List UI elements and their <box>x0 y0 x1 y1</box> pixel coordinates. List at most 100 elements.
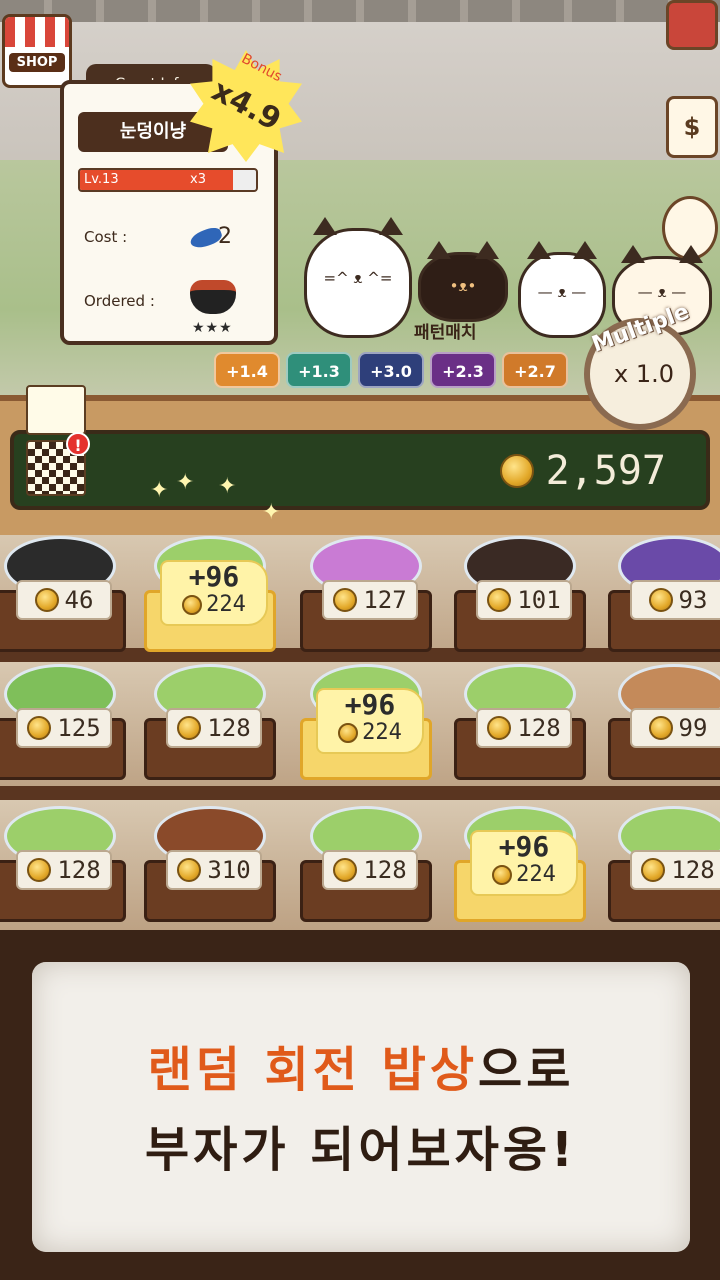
bonus-total: 224 <box>318 720 422 745</box>
dish-price: 128 <box>630 850 720 890</box>
bonus-tag: +96 224 <box>470 830 578 896</box>
bonus-total-value: 224 <box>206 592 246 617</box>
dish-price-value: 128 <box>517 714 561 742</box>
shop-label: SHOP <box>9 53 65 72</box>
dish-r2-c4[interactable]: 128 <box>450 664 590 784</box>
dish-price: 310 <box>166 850 262 890</box>
bonus-total: 224 <box>472 862 576 887</box>
dish-price-value: 46 <box>64 586 94 614</box>
coin-icon <box>492 864 513 885</box>
dish-r1-c4[interactable]: 101 <box>450 536 590 656</box>
receipt-dollar-icon[interactable]: $ <box>666 96 718 158</box>
ninja-cat[interactable]: •ᴥ• <box>418 241 508 322</box>
chip-4: +2.3 <box>430 352 496 388</box>
coin-icon <box>641 858 666 882</box>
shop-button[interactable]: SHOP <box>2 14 72 88</box>
book-icon[interactable] <box>666 0 718 50</box>
coin-icon <box>27 716 52 740</box>
pattern-icon[interactable] <box>26 385 86 435</box>
dish-price: 127 <box>322 580 418 620</box>
chip-5: +2.7 <box>502 352 568 388</box>
coin-icon <box>177 716 202 740</box>
bonus-plus: +96 <box>498 830 550 863</box>
coin-icon <box>333 588 358 612</box>
bonus-plus: +96 <box>188 560 240 593</box>
stew-pot-icon <box>190 280 236 314</box>
cost-label: Cost : <box>84 228 128 246</box>
dish-r3-c3[interactable]: 128 <box>296 806 436 926</box>
dish-price: 128 <box>322 850 418 890</box>
dish-price-value: 127 <box>363 586 407 614</box>
bonus-plus: +96 <box>344 688 396 721</box>
dish-r1-c1[interactable]: 46 <box>0 536 130 656</box>
coin-score: 2,597 <box>499 448 666 494</box>
coin-value: 2,597 <box>545 448 666 494</box>
dish-r2-c2[interactable]: 128 <box>140 664 280 784</box>
dish-price: 46 <box>16 580 112 620</box>
coin-icon <box>487 716 512 740</box>
dish-r3-c1[interactable]: 128 <box>0 806 130 926</box>
banner-highlight: 랜덤 회전 밥상 <box>147 1042 479 1098</box>
coin-icon <box>499 454 534 488</box>
dish-r2-c3[interactable]: +96 224 <box>296 664 436 784</box>
multiple-value: x 1.0 <box>614 360 674 388</box>
dish-r1-c5[interactable]: 93 <box>604 536 720 656</box>
game-scene: SHOP $ Guest Info 눈덩이냥 Lv.13 x3 Cost : 2… <box>0 0 720 1280</box>
dish-r2-c1[interactable]: 125 <box>0 664 130 784</box>
sparkle-icon: ✦ <box>218 474 237 499</box>
dish-price: 128 <box>166 708 262 748</box>
coin-board: 2,597 <box>10 430 710 510</box>
white-cat[interactable]: =^ ᴥ ^= <box>304 217 412 338</box>
coin-icon <box>27 858 52 882</box>
dish-price: 93 <box>630 580 720 620</box>
order-stars: ★★★ <box>192 320 233 336</box>
chip-2: +1.3 <box>286 352 352 388</box>
dish-r1-c2[interactable]: +96 224 <box>140 536 280 656</box>
dish-r3-c4[interactable]: +96 224 <box>450 806 590 926</box>
cost-value: 2 <box>218 224 232 249</box>
dish-r1-c3[interactable]: 127 <box>296 536 436 656</box>
bonus-total-value: 224 <box>516 862 556 887</box>
coin-icon <box>177 858 202 882</box>
sparkle-icon: ✦ <box>150 478 169 503</box>
dollar-symbol: $ <box>683 113 701 141</box>
dish-price-value: 101 <box>517 586 561 614</box>
ordered-label: Ordered : <box>84 292 155 310</box>
dish-price-value: 128 <box>363 856 407 884</box>
dish-price: 99 <box>630 708 720 748</box>
white-cat-2[interactable]: — ᴥ — <box>518 241 606 338</box>
shop-icon <box>5 17 69 47</box>
coin-icon <box>338 722 359 743</box>
level-multiplier: x3 <box>190 172 206 187</box>
dish-price-value: 128 <box>207 714 251 742</box>
level-label: Lv.13 <box>84 172 119 187</box>
coin-icon <box>648 716 673 740</box>
dish-price: 128 <box>16 850 112 890</box>
coin-icon <box>487 588 512 612</box>
dish-price-value: 128 <box>57 856 101 884</box>
dish-price-value: 93 <box>678 586 708 614</box>
dish-price: 101 <box>476 580 572 620</box>
dish-r2-c5[interactable]: 99 <box>604 664 720 784</box>
bonus-tag: +96 224 <box>316 688 424 754</box>
sparkle-icon: ✦ <box>262 500 281 525</box>
dish-r3-c5[interactable]: 128 <box>604 806 720 926</box>
dish-price-value: 125 <box>57 714 101 742</box>
bonus-total: 224 <box>162 592 266 617</box>
dish-price: 125 <box>16 708 112 748</box>
sparkle-icon: ✦ <box>176 470 195 495</box>
floor <box>0 930 720 964</box>
dish-price-value: 99 <box>678 714 708 742</box>
coin-icon <box>34 588 59 612</box>
dish-r3-c2[interactable]: 310 <box>140 806 280 926</box>
bonus-tag: +96 224 <box>160 560 268 626</box>
bonus-total-value: 224 <box>362 720 402 745</box>
guest-cat-label: 패턴매치 <box>414 323 477 343</box>
chip-3: +3.0 <box>358 352 424 388</box>
chip-1: +1.4 <box>214 352 280 388</box>
shelf-rail <box>0 786 720 800</box>
level-bar: Lv.13 x3 <box>78 168 258 192</box>
banner-line-1-rest: 으로 <box>478 1042 575 1098</box>
coin-icon <box>333 858 358 882</box>
dish-price-value: 310 <box>207 856 251 884</box>
